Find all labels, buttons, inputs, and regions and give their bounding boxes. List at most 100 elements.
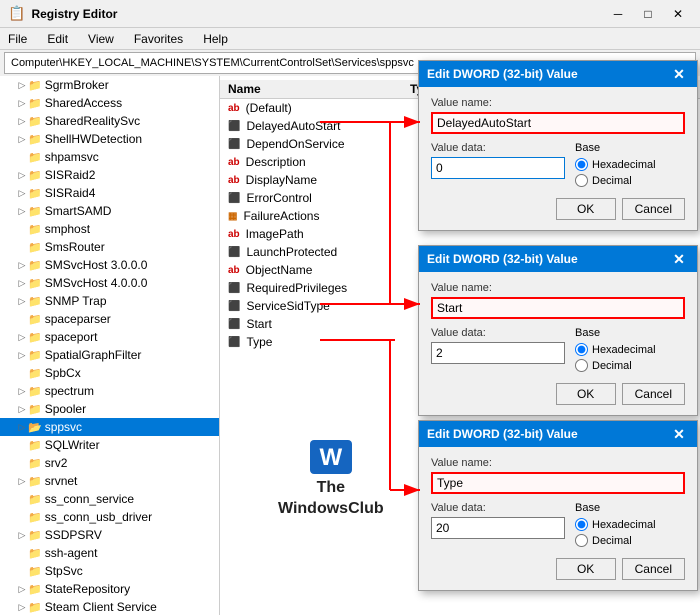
tree-item[interactable]: ▷📁srvnet [0, 472, 219, 490]
dialog2-buttons: OK Cancel [431, 383, 685, 405]
dialog2-dec-radio[interactable]: Decimal [575, 359, 685, 372]
tree-item[interactable]: 📁SpbCx [0, 364, 219, 382]
menu-edit[interactable]: Edit [43, 32, 72, 46]
dialog3-data-col: Value data: [431, 502, 565, 547]
tree-item-steam[interactable]: ▷📁Steam Client Service [0, 598, 219, 615]
dialog2-data-col: Value data: [431, 327, 565, 372]
dialog1-base-col: Base Hexadecimal Decimal [575, 142, 685, 190]
dialog2-body: Value name: Value data: Base Hexadecimal… [419, 272, 697, 415]
tree-item[interactable]: 📁ss_conn_usb_driver [0, 508, 219, 526]
dialog1-ok-button[interactable]: OK [556, 198, 616, 220]
close-button[interactable]: ✕ [664, 4, 692, 24]
dialog3-title-text: Edit DWORD (32-bit) Value [427, 427, 578, 441]
tree-item[interactable]: 📁srv2 [0, 454, 219, 472]
dialog1-value-data-input[interactable] [431, 157, 565, 179]
dialog3-base-col: Base Hexadecimal Decimal [575, 502, 685, 550]
menu-file[interactable]: File [4, 32, 31, 46]
dialog1-value-name-input[interactable] [431, 112, 685, 134]
minimize-button[interactable]: ─ [604, 4, 632, 24]
dialog1-cancel-button[interactable]: Cancel [622, 198, 685, 220]
tree-item[interactable]: 📁ssh-agent [0, 544, 219, 562]
dialog3-value-data-input[interactable] [431, 517, 565, 539]
tree-item[interactable]: ▷📁StateRepository [0, 580, 219, 598]
dialog2-hex-radio[interactable]: Hexadecimal [575, 343, 685, 356]
dialog-delayedautostart: Edit DWORD (32-bit) Value ✕ Value name: … [418, 60, 698, 231]
tree-item-sppsvc[interactable]: ▷📂sppsvc [0, 418, 219, 436]
dialog3-base-label: Base [575, 502, 685, 514]
dialog1-title-text: Edit DWORD (32-bit) Value [427, 67, 578, 81]
tree-item[interactable]: ▷📁SpatialGraphFilter [0, 346, 219, 364]
dialog1-body: Value name: Value data: Base Hexadecimal… [419, 87, 697, 230]
dialog2-title: Edit DWORD (32-bit) Value ✕ [419, 246, 697, 272]
dialog2-ok-button[interactable]: OK [556, 383, 616, 405]
app-title: Registry Editor [31, 7, 117, 21]
dialog3-buttons: OK Cancel [431, 558, 685, 580]
menu-view[interactable]: View [84, 32, 118, 46]
watermark: W TheWindowsClub [278, 440, 384, 520]
dialog2-value-name-input[interactable] [431, 297, 685, 319]
dialog2-close-button[interactable]: ✕ [669, 249, 689, 269]
tree-item[interactable]: 📁smphost [0, 220, 219, 238]
tree-panel[interactable]: ▷📁SgrmBroker ▷📁SharedAccess ▷📁SharedReal… [0, 76, 220, 615]
tree-item[interactable]: 📁SQLWriter [0, 436, 219, 454]
tree-item[interactable]: ▷📁spaceport [0, 328, 219, 346]
tree-item[interactable]: ▷📁SMSvcHost 4.0.0.0 [0, 274, 219, 292]
tree-item[interactable]: ▷📁Spooler [0, 400, 219, 418]
tree-item[interactable]: ▷📁spectrum [0, 382, 219, 400]
tree-item[interactable]: 📁SmsRouter [0, 238, 219, 256]
tree-item[interactable]: ▷📁SmartSAMD [0, 202, 219, 220]
tree-item[interactable]: ▷📁SharedAccess [0, 94, 219, 112]
dialog1-buttons: OK Cancel [431, 198, 685, 220]
dialog1-hex-radio[interactable]: Hexadecimal [575, 158, 685, 171]
dialog3-hex-radio[interactable]: Hexadecimal [575, 518, 685, 531]
menu-help[interactable]: Help [199, 32, 232, 46]
dialog2-base-label: Base [575, 327, 685, 339]
menu-favorites[interactable]: Favorites [130, 32, 187, 46]
dialog2-base-col: Base Hexadecimal Decimal [575, 327, 685, 375]
watermark-text: TheWindowsClub [278, 478, 384, 520]
dialog1-row: Value data: Base Hexadecimal Decimal [431, 142, 685, 190]
dialog3-close-button[interactable]: ✕ [669, 424, 689, 444]
dialog1-dec-radio[interactable]: Decimal [575, 174, 685, 187]
dialog3-dec-radio[interactable]: Decimal [575, 534, 685, 547]
dialog3-cancel-button[interactable]: Cancel [622, 558, 685, 580]
menu-bar: File Edit View Favorites Help [0, 28, 700, 50]
tree-item[interactable]: 📁StpSvc [0, 562, 219, 580]
dialog2-value-data-input[interactable] [431, 342, 565, 364]
dialog3-body: Value name: Value data: Base Hexadecimal… [419, 447, 697, 590]
tree-item[interactable]: ▷📁ShellHWDetection [0, 130, 219, 148]
dialog3-ok-button[interactable]: OK [556, 558, 616, 580]
tree-item[interactable]: 📁spaceparser [0, 310, 219, 328]
dialog3-title: Edit DWORD (32-bit) Value ✕ [419, 421, 697, 447]
dialog2-title-text: Edit DWORD (32-bit) Value [427, 252, 578, 266]
dialog3-value-data-label: Value data: [431, 502, 565, 514]
maximize-button[interactable]: □ [634, 4, 662, 24]
dialog3-value-name-label: Value name: [431, 457, 685, 469]
tree-item[interactable]: ▷📁SISRaid4 [0, 184, 219, 202]
address-text: Computer\HKEY_LOCAL_MACHINE\SYSTEM\Curre… [11, 57, 414, 69]
dialog2-value-name-label: Value name: [431, 282, 685, 294]
tree-item[interactable]: 📁ss_conn_service [0, 490, 219, 508]
dialog-type: Edit DWORD (32-bit) Value ✕ Value name: … [418, 420, 698, 591]
tree-item[interactable]: ▷📁SISRaid2 [0, 166, 219, 184]
dialog3-value-name-input[interactable] [431, 472, 685, 494]
dialog1-base-label: Base [575, 142, 685, 154]
watermark-logo: W [310, 440, 352, 474]
tree-item[interactable]: 📁shpamsvc [0, 148, 219, 166]
dialog2-cancel-button[interactable]: Cancel [622, 383, 685, 405]
tree-item[interactable]: ▷📁SgrmBroker [0, 76, 219, 94]
dialog1-title: Edit DWORD (32-bit) Value ✕ [419, 61, 697, 87]
dialog2-value-data-label: Value data: [431, 327, 565, 339]
dialog1-close-button[interactable]: ✕ [669, 64, 689, 84]
window-controls: ─ □ ✕ [604, 4, 692, 24]
app-icon: 📋 [8, 5, 25, 22]
tree-item[interactable]: ▷📁SSDPSRV [0, 526, 219, 544]
dialog2-row: Value data: Base Hexadecimal Decimal [431, 327, 685, 375]
tree-item[interactable]: ▷📁SMSvcHost 3.0.0.0 [0, 256, 219, 274]
dialog1-data-col: Value data: [431, 142, 565, 187]
tree-item[interactable]: ▷📁SharedRealitySvc [0, 112, 219, 130]
dialog-start: Edit DWORD (32-bit) Value ✕ Value name: … [418, 245, 698, 416]
tree-item[interactable]: ▷📁SNMP Trap [0, 292, 219, 310]
dialog3-row: Value data: Base Hexadecimal Decimal [431, 502, 685, 550]
dialog1-value-data-label: Value data: [431, 142, 565, 154]
